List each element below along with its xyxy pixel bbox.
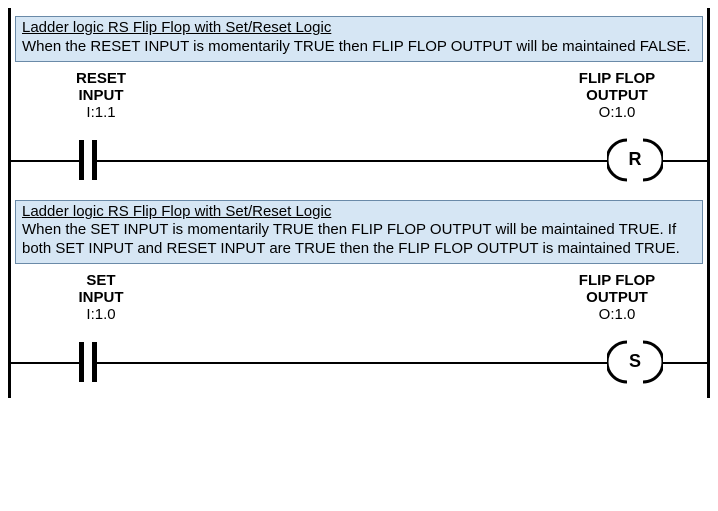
rung1-input-name2: INPUT bbox=[31, 87, 171, 104]
rung2-output-label: FLIP FLOP OUTPUT O:1.0 bbox=[547, 272, 687, 324]
rung1-input-name1: RESET bbox=[31, 70, 171, 87]
rung1-comment: Ladder logic RS Flip Flop with Set/Reset… bbox=[15, 16, 703, 62]
rung2-coil-letter: S bbox=[607, 340, 663, 384]
rung2-comment-body: When the SET INPUT is momentarily TRUE t… bbox=[22, 221, 680, 257]
rung1-output-address: O:1.0 bbox=[547, 104, 687, 121]
rung2-comment-title: Ladder logic RS Flip Flop with Set/Reset… bbox=[22, 203, 331, 220]
rung2-output-name2: OUTPUT bbox=[547, 289, 687, 306]
rung1-output-name2: OUTPUT bbox=[547, 87, 687, 104]
rung2: SET INPUT I:1.0 FLIP FLOP OUTPUT O:1.0 S bbox=[11, 272, 707, 392]
rung1-output-label: FLIP FLOP OUTPUT O:1.0 bbox=[547, 70, 687, 122]
rung2-output-name1: FLIP FLOP bbox=[547, 272, 687, 289]
rung2-comment: Ladder logic RS Flip Flop with Set/Reset… bbox=[15, 200, 703, 264]
rung2-input-address: I:1.0 bbox=[31, 306, 171, 323]
rung1-comment-body: When the RESET INPUT is momentarily TRUE… bbox=[22, 38, 691, 55]
rung1-input-address: I:1.1 bbox=[31, 104, 171, 121]
rung1-output-name1: FLIP FLOP bbox=[547, 70, 687, 87]
rung2-input-name2: INPUT bbox=[31, 289, 171, 306]
rung1-coil-letter: R bbox=[607, 138, 663, 182]
rung2-output-address: O:1.0 bbox=[547, 306, 687, 323]
rung1-labels: RESET INPUT I:1.1 FLIP FLOP OUTPUT O:1.0 bbox=[11, 70, 707, 122]
rung2-contact-icon bbox=[65, 342, 111, 382]
rung2-coil-icon: S bbox=[607, 340, 663, 384]
rung2-input-label: SET INPUT I:1.0 bbox=[31, 272, 171, 324]
rung1: RESET INPUT I:1.1 FLIP FLOP OUTPUT O:1.0… bbox=[11, 70, 707, 190]
rung1-wire bbox=[11, 160, 707, 162]
ladder-diagram: Ladder logic RS Flip Flop with Set/Reset… bbox=[8, 8, 710, 398]
rung2-wire bbox=[11, 362, 707, 364]
rung1-input-label: RESET INPUT I:1.1 bbox=[31, 70, 171, 122]
rung1-contact-icon bbox=[65, 140, 111, 180]
rung1-coil-icon: R bbox=[607, 138, 663, 182]
rung2-input-name1: SET bbox=[31, 272, 171, 289]
rung1-comment-title: Ladder logic RS Flip Flop with Set/Reset… bbox=[22, 19, 331, 36]
rung2-labels: SET INPUT I:1.0 FLIP FLOP OUTPUT O:1.0 bbox=[11, 272, 707, 324]
